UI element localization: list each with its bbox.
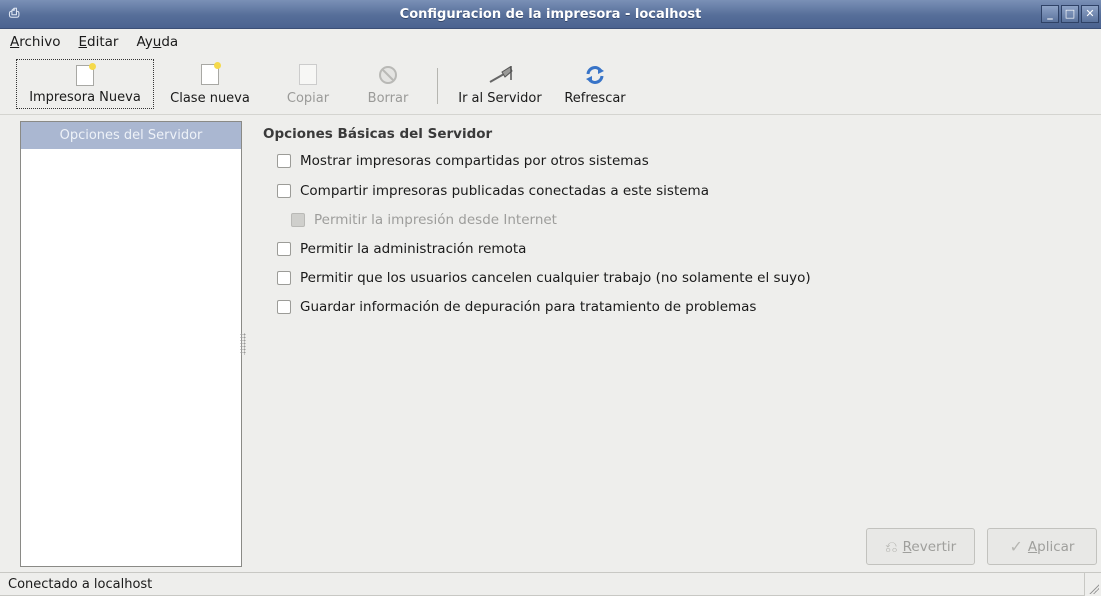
new-printer-button[interactable]: Impresora Nueva — [16, 59, 154, 109]
menu-archivo[interactable]: Archivo — [10, 34, 60, 50]
option-allow-remote-admin[interactable]: Permitir la administración remota — [277, 241, 526, 257]
delete-button[interactable]: Borrar — [356, 59, 420, 109]
option-save-debug-info[interactable]: Guardar información de depuración para t… — [277, 299, 756, 315]
option-label: Compartir impresoras publicadas conectad… — [300, 183, 709, 199]
new-printer-label: Impresora Nueva — [29, 90, 141, 105]
copy-label: Copiar — [286, 91, 330, 106]
new-class-icon — [198, 62, 222, 87]
copy-icon — [296, 63, 320, 87]
menu-ayuda[interactable]: Ayuda — [136, 34, 178, 50]
new-class-button[interactable]: Clase nueva — [160, 59, 260, 109]
refresh-button[interactable]: Refrescar — [556, 59, 634, 109]
minimize-button[interactable]: _ — [1041, 5, 1059, 23]
maximize-button[interactable]: □ — [1061, 5, 1079, 23]
checkbox[interactable] — [277, 300, 291, 314]
window-controls: _ □ ✕ — [1041, 5, 1099, 23]
option-label: Permitir que los usuarios cancelen cualq… — [300, 270, 811, 286]
menu-editar[interactable]: Editar — [78, 34, 118, 50]
plug-icon — [488, 63, 513, 87]
new-document-icon — [73, 63, 97, 88]
refresh-icon — [583, 63, 607, 87]
checkbox[interactable] — [291, 213, 305, 227]
option-label: Mostrar impresoras compartidas por otros… — [300, 153, 649, 169]
apply-label: Aplicar — [1027, 538, 1075, 555]
delete-icon — [376, 63, 400, 87]
apply-label-rest: plicar — [1037, 538, 1075, 555]
window-title: Configuracion de la impresora - localhos… — [399, 6, 702, 22]
checkbox[interactable] — [277, 242, 291, 256]
title-bar: ⎙ Configuracion de la impresora - localh… — [0, 0, 1101, 29]
revert-button[interactable]: ⎌ Revertir — [866, 528, 975, 565]
sidebar-header-label: Opciones del Servidor — [59, 128, 203, 143]
status-text: Conectado a localhost — [8, 577, 153, 592]
checkbox[interactable] — [277, 271, 291, 285]
checkbox[interactable] — [277, 184, 291, 198]
new-class-label: Clase nueva — [170, 91, 250, 106]
pane-resize-handle[interactable] — [240, 333, 246, 355]
refresh-label: Refrescar — [564, 91, 626, 106]
copy-button[interactable]: Copiar — [276, 59, 340, 109]
printer-icon[interactable]: ⎙ — [9, 7, 25, 21]
option-share-published-printers[interactable]: Compartir impresoras publicadas conectad… — [277, 183, 709, 199]
option-label: Permitir la impresión desde Internet — [314, 212, 557, 228]
revert-label-rest: evertir — [911, 538, 957, 555]
toolbar: Impresora Nueva Clase nueva Copiar Borra… — [0, 55, 1101, 115]
status-bar: Conectado a localhost — [0, 572, 1101, 596]
go-server-button[interactable]: Ir al Servidor — [448, 59, 552, 109]
toolbar-separator — [437, 68, 438, 104]
option-allow-internet-printing[interactable]: Permitir la impresión desde Internet — [291, 212, 557, 228]
revert-icon: ⎌ — [884, 536, 898, 556]
close-button[interactable]: ✕ — [1081, 5, 1099, 23]
option-label: Permitir la administración remota — [300, 241, 527, 257]
checkbox[interactable] — [277, 154, 291, 168]
revert-label: Revertir — [902, 538, 957, 555]
option-show-shared-printers[interactable]: Mostrar impresoras compartidas por otros… — [277, 153, 649, 169]
section-title: Opciones Básicas del Servidor — [263, 126, 493, 142]
apply-button[interactable]: ✓ Aplicar — [987, 528, 1097, 565]
delete-label: Borrar — [367, 91, 409, 106]
go-server-label: Ir al Servidor — [458, 91, 542, 106]
option-allow-cancel-any-job[interactable]: Permitir que los usuarios cancelen cualq… — [277, 270, 811, 286]
menu-bar: Archivo Editar Ayuda — [0, 29, 1101, 55]
option-label: Guardar información de depuración para t… — [300, 299, 757, 315]
resize-grip-icon[interactable] — [1087, 582, 1099, 594]
server-tree-panel: Opciones del Servidor — [20, 121, 242, 567]
sidebar-item-server-options[interactable]: Opciones del Servidor — [21, 122, 241, 149]
checkmark-icon: ✓ — [1009, 537, 1023, 556]
